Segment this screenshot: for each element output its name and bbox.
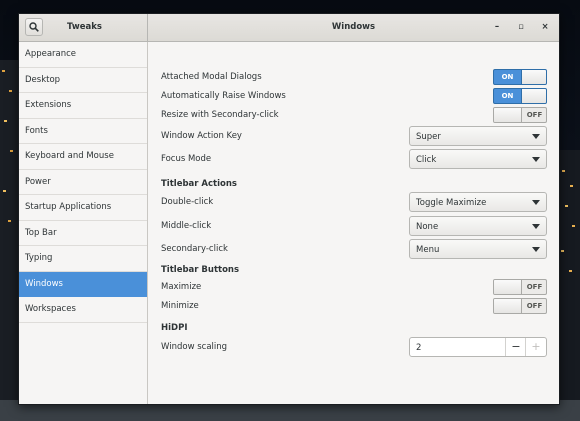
decrement-button[interactable]: − <box>505 338 526 356</box>
attached-modal-label: Attached Modal Dialogs <box>161 72 262 82</box>
maximize-switch[interactable]: OFF <box>493 279 547 295</box>
switch-knob <box>494 108 522 122</box>
switch-knob <box>521 70 546 84</box>
sidebar-item-appearance[interactable]: Appearance <box>19 42 147 68</box>
double-click-row: Double-click Toggle Maximize <box>161 192 547 212</box>
increment-button[interactable]: + <box>525 338 546 356</box>
secondary-click-row: Secondary-click Menu <box>161 239 547 259</box>
spinner-value[interactable]: 2 <box>416 343 421 353</box>
action-key-row: Window Action Key Super <box>161 126 547 146</box>
attached-modal-switch[interactable]: ON <box>493 69 547 85</box>
maximize-label: Maximize <box>161 282 202 292</box>
maximize-row: Maximize OFF <box>161 277 547 297</box>
search-icon <box>29 22 39 32</box>
secondary-click-dropdown[interactable]: Menu <box>409 239 547 259</box>
auto-raise-switch[interactable]: ON <box>493 88 547 104</box>
minimize-button[interactable]: – <box>489 19 505 35</box>
middle-click-label: Middle-click <box>161 221 212 231</box>
close-button[interactable]: × <box>537 19 553 35</box>
sidebar-item-top-bar[interactable]: Top Bar <box>19 221 147 246</box>
dropdown-value: Menu <box>416 245 440 255</box>
double-click-dropdown[interactable]: Toggle Maximize <box>409 192 547 212</box>
switch-state: OFF <box>526 111 543 119</box>
titlebar-buttons-heading: Titlebar Buttons <box>161 265 240 275</box>
middle-click-row: Middle-click None <box>161 216 547 236</box>
auto-raise-label: Automatically Raise Windows <box>161 91 286 101</box>
attached-modal-row: Attached Modal Dialogs ON <box>161 67 547 87</box>
dropdown-value: Click <box>416 155 437 165</box>
sidebar-item-power[interactable]: Power <box>19 170 147 195</box>
sidebar-item-extensions[interactable]: Extensions <box>19 93 147 119</box>
maximize-button[interactable]: ▫ <box>513 19 529 35</box>
resize-secondary-row: Resize with Secondary-click OFF <box>161 105 547 125</box>
sidebar-item-windows[interactable]: Windows <box>19 271 147 297</box>
dropdown-value: Toggle Maximize <box>416 198 487 208</box>
chevron-down-icon <box>532 157 540 162</box>
search-button[interactable] <box>25 18 43 36</box>
switch-knob <box>521 89 546 103</box>
chevron-down-icon <box>532 247 540 252</box>
tweaks-window: Tweaks Windows – ▫ × Appearance Desktop … <box>18 13 560 405</box>
resize-secondary-switch[interactable]: OFF <box>493 107 547 123</box>
switch-state: ON <box>501 73 514 81</box>
secondary-click-label: Secondary-click <box>161 244 228 254</box>
chevron-down-icon <box>532 224 540 229</box>
app-title: Tweaks <box>67 22 102 32</box>
window-scaling-spinner[interactable]: 2 − + <box>409 337 547 357</box>
chevron-down-icon <box>532 200 540 205</box>
sidebar-item-desktop[interactable]: Desktop <box>19 68 147 93</box>
sidebar-item-workspaces[interactable]: Workspaces <box>19 297 147 323</box>
focus-mode-dropdown[interactable]: Click <box>409 149 547 169</box>
focus-mode-label: Focus Mode <box>161 154 212 164</box>
titlebar: Tweaks Windows – ▫ × <box>19 14 559 42</box>
switch-state: OFF <box>526 283 543 291</box>
switch-knob <box>494 280 522 294</box>
window-scaling-row: Window scaling 2 − + <box>161 337 547 357</box>
sidebar-item-startup-applications[interactable]: Startup Applications <box>19 195 147 221</box>
sidebar-item-keyboard-mouse[interactable]: Keyboard and Mouse <box>19 144 147 170</box>
minimize-label: Minimize <box>161 301 199 311</box>
hidpi-heading: HiDPI <box>161 323 188 333</box>
focus-mode-row: Focus Mode Click <box>161 149 547 169</box>
middle-click-dropdown[interactable]: None <box>409 216 547 236</box>
action-key-label: Window Action Key <box>161 131 242 141</box>
sidebar-item-fonts[interactable]: Fonts <box>19 119 147 144</box>
minimize-row: Minimize OFF <box>161 296 547 316</box>
titlebar-actions-heading: Titlebar Actions <box>161 179 237 189</box>
dropdown-value: None <box>416 222 439 232</box>
double-click-label: Double-click <box>161 197 214 207</box>
sidebar: Appearance Desktop Extensions Fonts Keyb… <box>19 42 148 404</box>
action-key-dropdown[interactable]: Super <box>409 126 547 146</box>
sidebar-item-typing[interactable]: Typing <box>19 246 147 272</box>
chevron-down-icon <box>532 134 540 139</box>
switch-state: OFF <box>526 302 543 310</box>
dropdown-value: Super <box>416 132 441 142</box>
settings-panel: Attached Modal Dialogs ON Automatically … <box>148 42 559 404</box>
auto-raise-row: Automatically Raise Windows ON <box>161 86 547 106</box>
resize-secondary-label: Resize with Secondary-click <box>161 110 279 120</box>
minimize-switch[interactable]: OFF <box>493 298 547 314</box>
window-scaling-label: Window scaling <box>161 342 228 352</box>
switch-state: ON <box>501 92 514 100</box>
titlebar-left: Tweaks <box>19 14 148 41</box>
switch-knob <box>494 299 522 313</box>
